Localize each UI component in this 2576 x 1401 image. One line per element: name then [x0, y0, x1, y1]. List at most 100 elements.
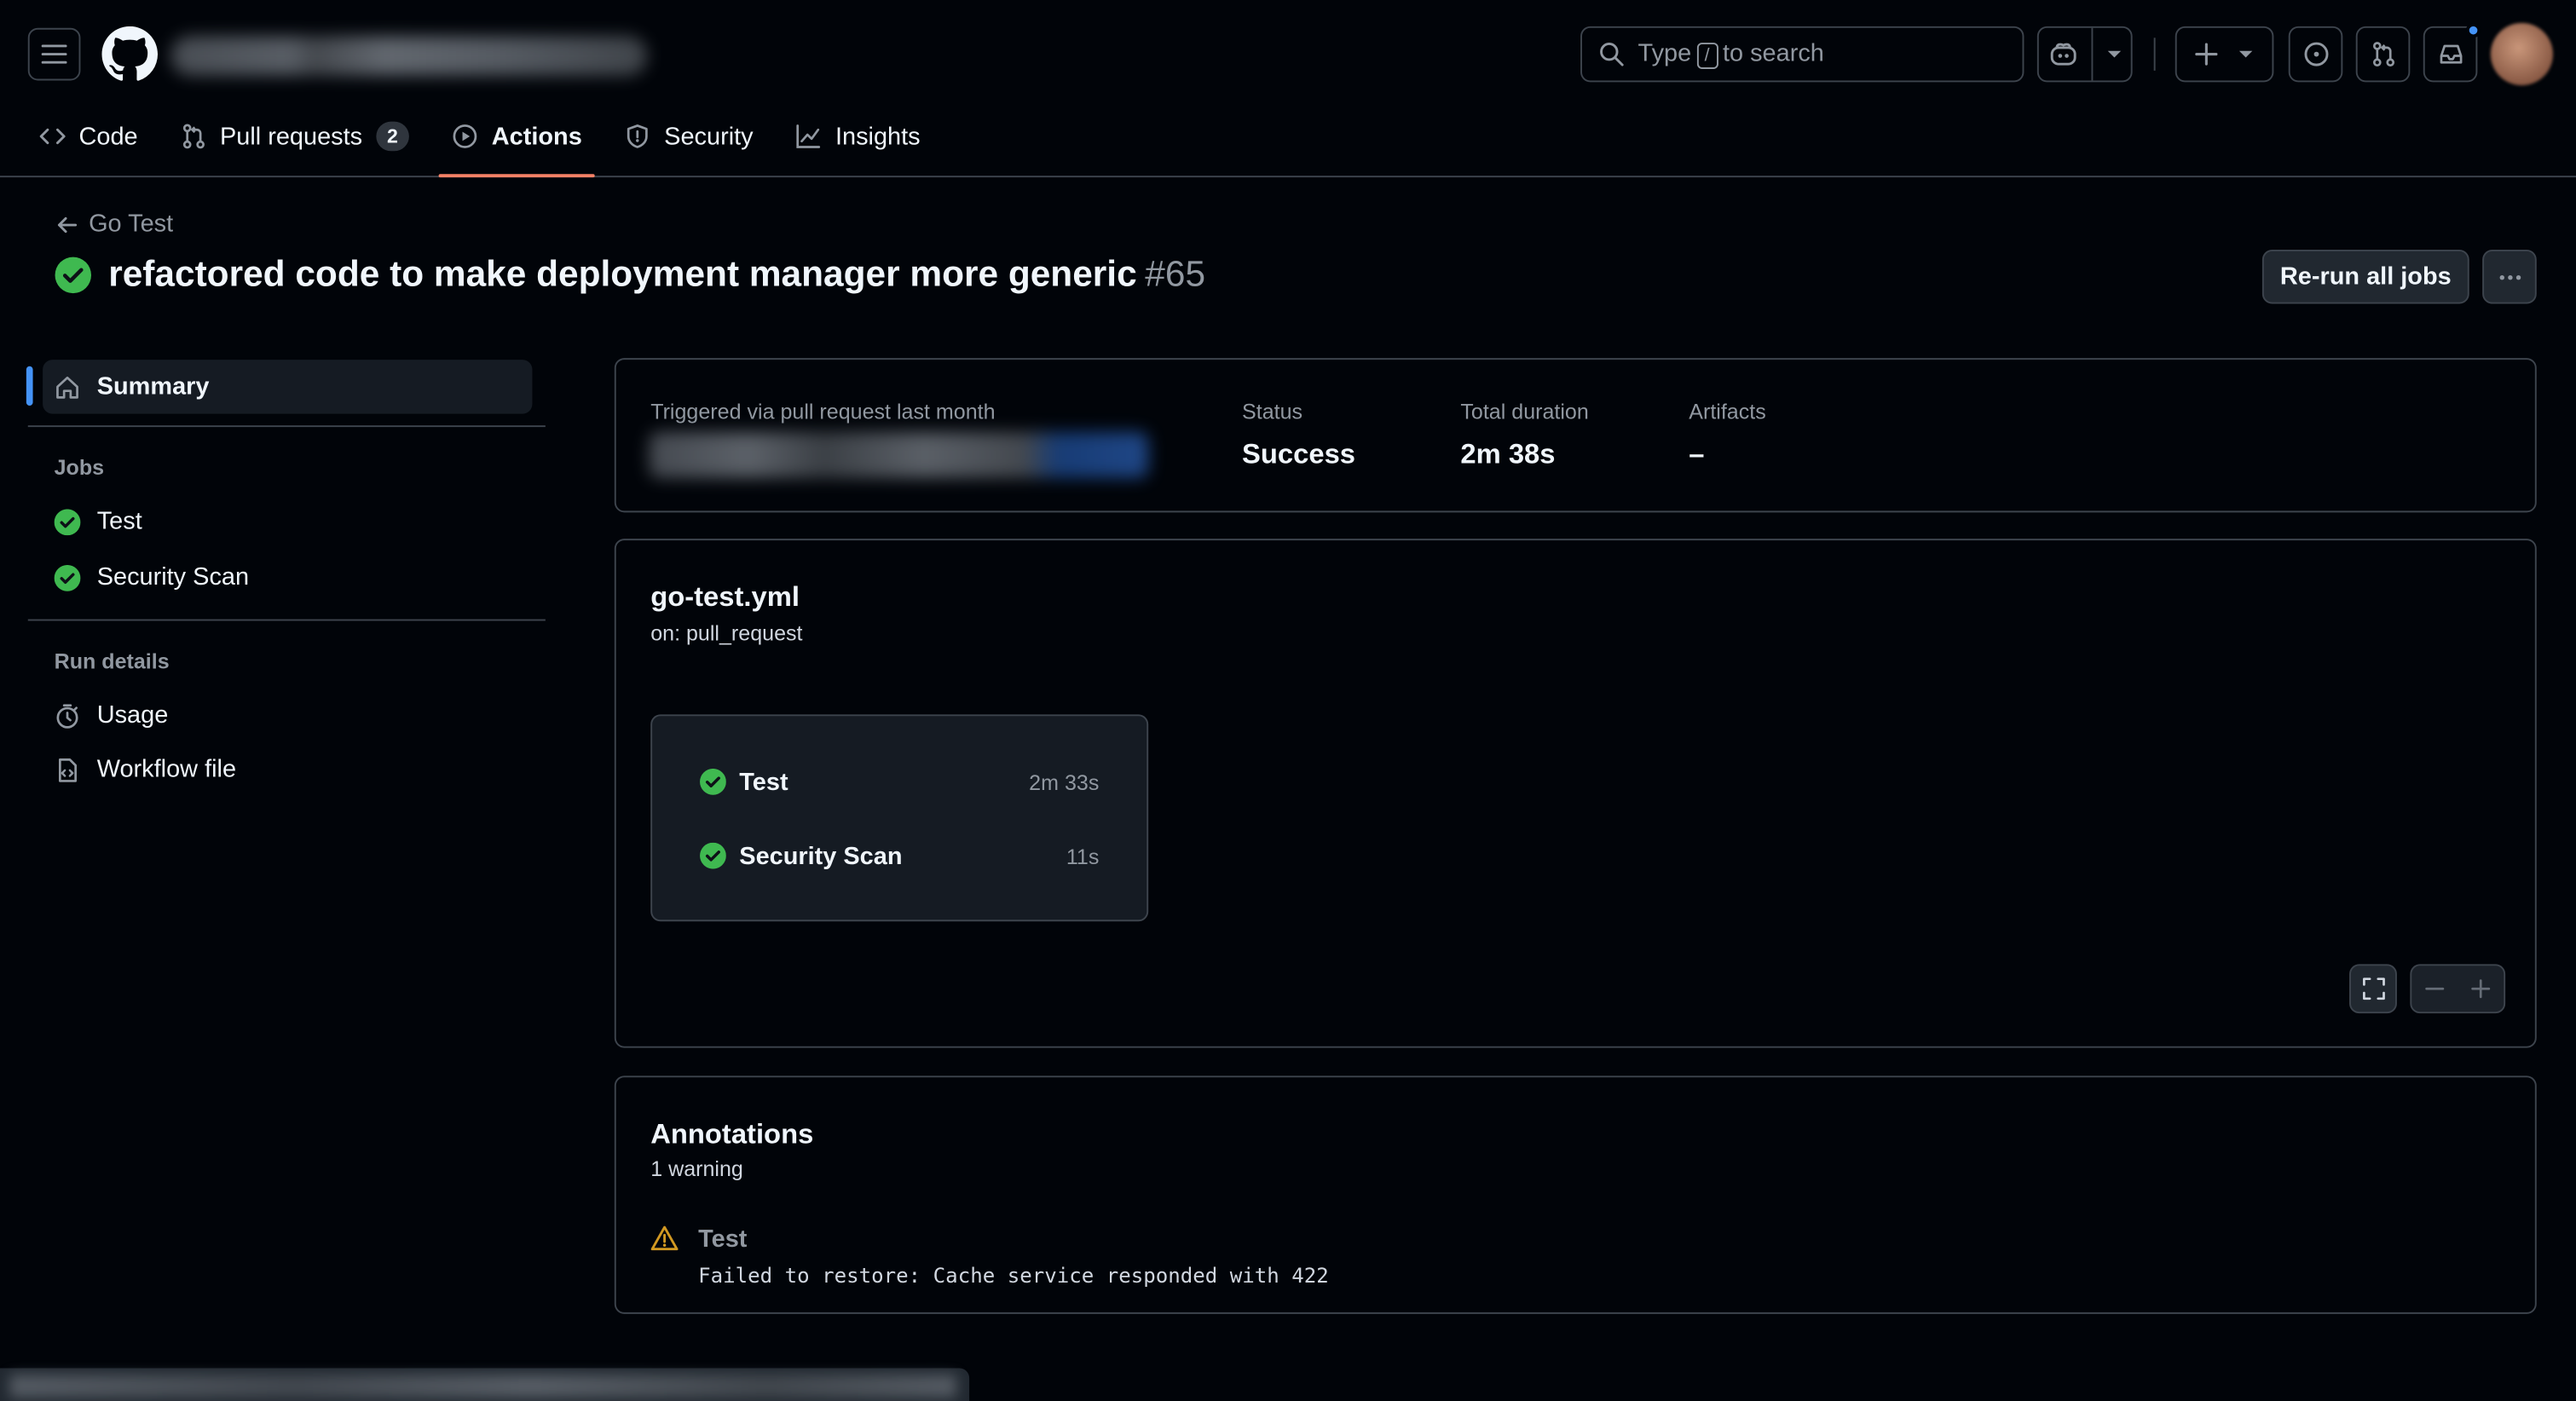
zoom-controls	[2410, 964, 2506, 1014]
zoom-in-button[interactable]	[2458, 979, 2504, 999]
trigger-label: Triggered via pull request last month	[650, 399, 996, 424]
sidebar-item-job-test[interactable]: Test	[43, 494, 532, 549]
more-options-button[interactable]	[2482, 249, 2537, 304]
tab-pull-requests[interactable]: Pull requests 2	[167, 108, 423, 164]
workflow-file-name[interactable]: go-test.yml	[650, 581, 800, 614]
sidebar-item-label: Test	[96, 507, 142, 536]
trigger-actor-redacted[interactable]	[649, 431, 1149, 478]
status-bar-redacted	[0, 1368, 970, 1401]
play-icon	[453, 124, 477, 148]
status-label: Status	[1242, 399, 1303, 424]
fullscreen-button[interactable]	[2349, 964, 2397, 1014]
code-icon	[39, 128, 66, 145]
repository-breadcrumb-redacted[interactable]	[170, 36, 648, 76]
rerun-all-jobs-button[interactable]: Re-run all jobs	[2261, 249, 2469, 304]
tab-code[interactable]: Code	[26, 108, 151, 164]
notification-indicator	[2465, 22, 2481, 38]
shield-icon	[627, 124, 649, 148]
sidebar-divider	[27, 619, 546, 621]
search-placeholder-prefix: Type	[1637, 39, 1692, 68]
job-name: Security Scan	[739, 841, 903, 870]
avatar[interactable]	[2490, 22, 2554, 86]
jobs-heading: Jobs	[54, 454, 105, 480]
home-icon	[56, 375, 78, 398]
sidebar-item-label: Workflow file	[96, 755, 237, 784]
check-circle-fill-icon	[55, 256, 92, 293]
screen-full-icon	[2362, 977, 2384, 1000]
annotation-message: Failed to restore: Cache service respond…	[698, 1263, 1329, 1289]
selected-indicator	[26, 366, 33, 406]
search-shortcut-key: /	[1695, 43, 1718, 69]
job-duration: 2m 33s	[1029, 769, 1100, 794]
git-pull-request-icon	[182, 124, 205, 149]
create-new-button[interactable]	[2175, 26, 2274, 83]
run-number: #65	[1145, 252, 1206, 294]
dash-icon	[2425, 987, 2445, 990]
sidebar-item-label: Summary	[96, 372, 210, 401]
check-circle-fill-icon	[700, 768, 726, 795]
duration-value: 2m 38s	[1460, 438, 1556, 470]
arrow-left-icon	[57, 216, 78, 233]
issues-button[interactable]	[2288, 26, 2343, 83]
hamburger-icon	[41, 44, 67, 64]
graph-icon	[797, 124, 822, 148]
sidebar-item-usage[interactable]: Usage	[43, 689, 532, 743]
sidebar-item-label: Usage	[96, 700, 169, 729]
menu-button[interactable]	[27, 27, 81, 81]
annotation-job-link[interactable]: Test	[698, 1225, 747, 1254]
annotations-title: Annotations	[650, 1118, 814, 1150]
tab-label: Code	[78, 122, 138, 151]
check-circle-fill-icon	[54, 564, 81, 591]
tab-security[interactable]: Security	[611, 108, 766, 164]
run-title: refactored code to make deployment manag…	[55, 253, 1205, 296]
caret-down-icon	[2238, 50, 2253, 58]
zoom-out-button[interactable]	[2411, 979, 2458, 999]
sidebar-divider	[27, 425, 546, 428]
tab-label: Security	[664, 122, 754, 151]
header-divider	[2153, 37, 2156, 71]
stopwatch-icon	[56, 703, 78, 728]
tab-actions[interactable]: Actions	[439, 108, 596, 178]
search-input[interactable]: Type / to search	[1580, 26, 2024, 83]
file-code-icon	[58, 758, 78, 781]
global-header: Type / to search Code Pull requests 2 Ac…	[0, 0, 2576, 178]
pull-requests-button[interactable]	[2355, 26, 2411, 83]
status-url-redacted	[9, 1375, 956, 1398]
check-circle-fill-icon	[700, 842, 726, 869]
sidebar-item-workflow-file[interactable]: Workflow file	[43, 742, 532, 797]
job-name: Test	[739, 768, 788, 796]
sidebar-item-label: Security Scan	[96, 563, 250, 591]
tab-label: Insights	[835, 122, 921, 151]
plus-icon	[2471, 979, 2491, 999]
github-logo-icon[interactable]	[101, 26, 159, 83]
job-duration: 11s	[1066, 843, 1100, 868]
workflow-trigger: on: pull_request	[650, 620, 803, 646]
run-details-heading: Run details	[54, 649, 170, 674]
sidebar-item-job-security-scan[interactable]: Security Scan	[43, 551, 532, 605]
graph-job-security-scan[interactable]: Security Scan 11s	[700, 836, 1099, 875]
run-summary-card: Triggered via pull request last month St…	[614, 358, 2537, 513]
pull-requests-counter: 2	[375, 121, 410, 152]
copilot-icon	[2049, 43, 2076, 66]
git-pull-request-icon	[2372, 42, 2394, 67]
search-placeholder-suffix: to search	[1722, 39, 1824, 68]
jobs-group: Test 2m 33s Security Scan 11s	[650, 714, 1149, 922]
search-icon	[1600, 43, 1624, 66]
artifacts-label: Artifacts	[1689, 399, 1766, 424]
sidebar-item-summary[interactable]: Summary	[43, 360, 533, 414]
artifacts-value: –	[1689, 438, 1705, 470]
check-circle-fill-icon	[54, 508, 81, 535]
kebab-horizontal-icon	[2498, 274, 2521, 280]
page-title: refactored code to make deployment manag…	[108, 252, 1137, 294]
tab-insights[interactable]: Insights	[783, 108, 933, 164]
issue-opened-icon	[2303, 42, 2328, 66]
annotations-card: Annotations 1 warning Test Failed to res…	[614, 1075, 2537, 1314]
graph-job-test[interactable]: Test 2m 33s	[700, 762, 1099, 801]
caret-down-icon	[2106, 50, 2121, 58]
inbox-icon	[2439, 44, 2462, 64]
tab-label: Actions	[491, 122, 582, 151]
tab-label: Pull requests	[219, 122, 363, 151]
copilot-button[interactable]	[2036, 26, 2133, 83]
alert-icon	[650, 1225, 679, 1251]
back-to-workflow-link[interactable]: Go Test	[56, 210, 173, 238]
